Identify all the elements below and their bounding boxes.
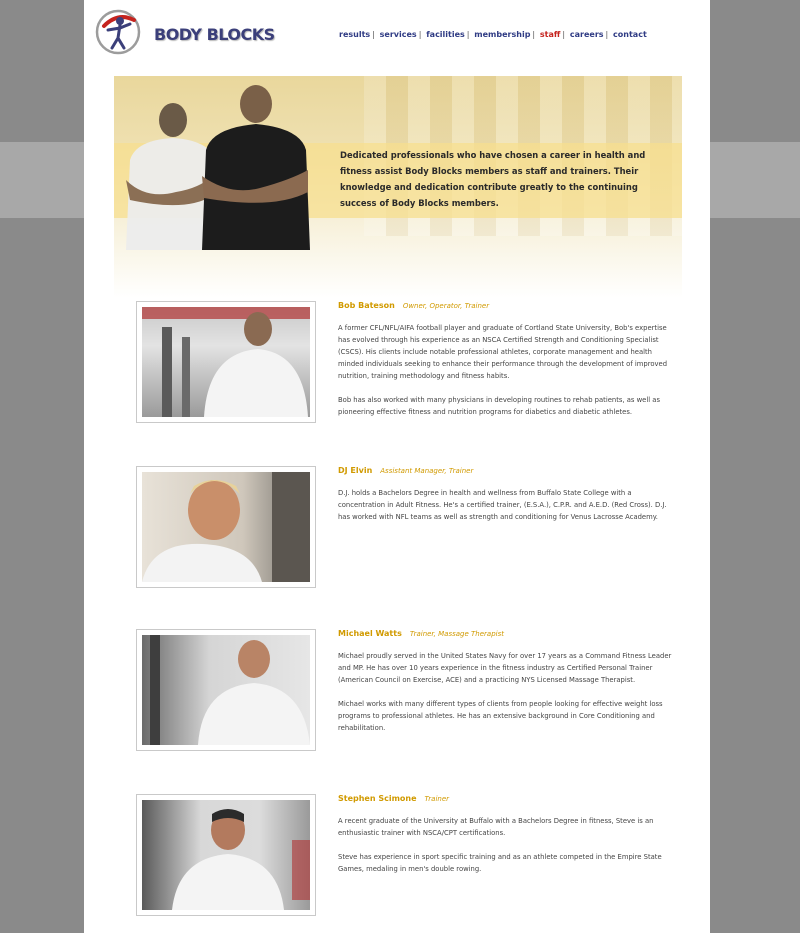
staff-photo	[142, 800, 310, 910]
staff-role: Trainer	[424, 795, 450, 803]
staff-bio: Bob has also worked with many physicians…	[338, 396, 660, 416]
staff-bio: Steve has experience in sport specific t…	[338, 853, 662, 873]
brand-logo[interactable]: BODY BLOCKS	[94, 6, 275, 58]
nav-facilities[interactable]: facilities	[426, 30, 465, 39]
staff-entry: Michael Watts Trainer, Massage Therapist …	[136, 629, 671, 779]
staff-bio: Michael proudly served in the United Sta…	[338, 652, 672, 684]
staff-info: Bob Bateson Owner, Operator, Trainer A fo…	[338, 301, 678, 418]
hero-banner: Dedicated professionals who have chosen …	[114, 76, 682, 298]
staff-bio: D.J. holds a Bachelors Degree in health …	[338, 489, 667, 521]
hero-intro-text: Dedicated professionals who have chosen …	[340, 150, 646, 208]
staff-photo-frame	[136, 301, 316, 423]
staff-name: Stephen Scimone	[338, 794, 417, 803]
staff-photo	[142, 472, 310, 582]
staff-name: Michael Watts	[338, 629, 402, 638]
staff-name: DJ Elvin	[338, 466, 373, 475]
staff-photo-frame	[136, 794, 316, 916]
staff-bio: Michael works with many different types …	[338, 700, 663, 732]
staff-role: Trainer, Massage Therapist	[409, 630, 504, 638]
staff-bio: A former CFL/NFL/AIFA football player an…	[338, 324, 668, 380]
nav-results[interactable]: results	[339, 30, 370, 39]
staff-info: DJ Elvin Assistant Manager, Trainer D.J. …	[338, 466, 678, 523]
nav-membership[interactable]: membership	[474, 30, 530, 39]
staff-name: Bob Bateson	[338, 301, 395, 310]
page-container: BODY BLOCKS results | services | facilitie…	[84, 0, 710, 933]
staff-photo-frame	[136, 466, 316, 588]
logo-mark-icon	[95, 9, 141, 55]
brand-name: BODY BLOCKS	[154, 25, 275, 44]
staff-photo-frame	[136, 629, 316, 751]
staff-photo	[142, 307, 310, 417]
main-nav: results | services | facilities | membershi…	[339, 30, 647, 39]
nav-contact[interactable]: contact	[613, 30, 647, 39]
nav-services[interactable]: services	[380, 30, 417, 39]
staff-entry: Bob Bateson Owner, Operator, Trainer A fo…	[136, 301, 667, 451]
nav-careers[interactable]: careers	[570, 30, 604, 39]
staff-info: Michael Watts Trainer, Massage Therapist …	[338, 629, 678, 734]
staff-info: Stephen Scimone Trainer A recent graduate…	[338, 794, 678, 875]
staff-bio: A recent graduate of the University at B…	[338, 817, 654, 837]
staff-photo	[142, 635, 310, 745]
hero-trainer-photo-2	[202, 85, 310, 250]
staff-entry: DJ Elvin Assistant Manager, Trainer D.J. …	[136, 466, 667, 596]
staff-entry: Stephen Scimone Trainer A recent graduate…	[136, 794, 662, 924]
nav-staff[interactable]: staff	[540, 30, 560, 39]
staff-role: Assistant Manager, Trainer	[380, 467, 474, 475]
staff-role: Owner, Operator, Trainer	[402, 302, 490, 310]
